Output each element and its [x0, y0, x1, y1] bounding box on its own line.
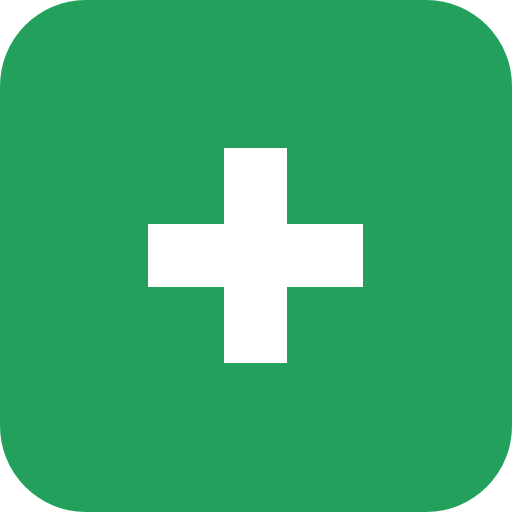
- plus-icon: [0, 0, 512, 512]
- plus-horizontal-bar: [148, 224, 363, 287]
- add-button[interactable]: [0, 0, 512, 512]
- plus-vertical-bar: [224, 148, 287, 363]
